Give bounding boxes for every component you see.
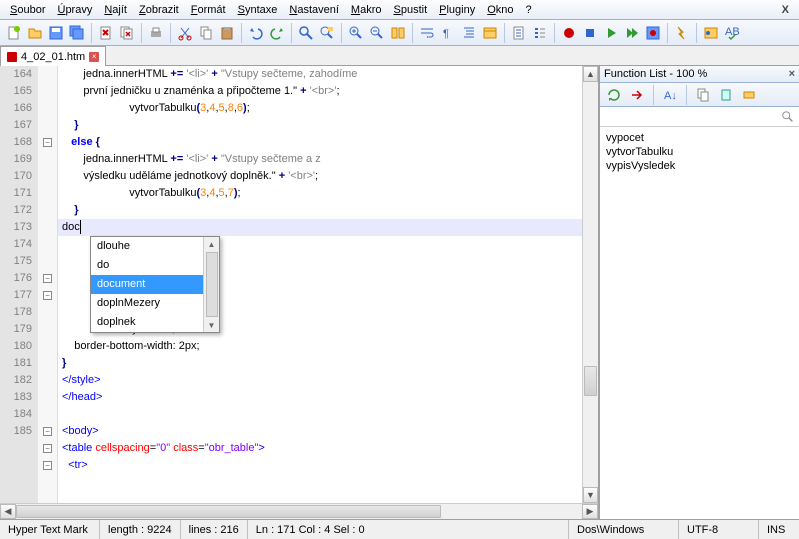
menu-okno[interactable]: Okno [481,2,519,18]
reload-icon[interactable] [604,85,624,105]
source-text[interactable]: jedna.innerHTML += '<li>' + "Vstupy sečt… [58,66,582,503]
play-macro-icon[interactable] [601,23,621,43]
close-all-icon[interactable] [117,23,137,43]
panel-close-icon[interactable]: × [789,68,795,80]
menu-?[interactable]: ? [520,2,538,18]
tab-close-icon[interactable]: × [89,52,99,62]
status-eol: Dos\Windows [569,520,679,539]
file-icon [7,52,17,62]
status-mode: INS [759,520,799,539]
sort-icon[interactable]: A↓ [660,85,680,105]
menu-najít[interactable]: Najít [98,2,133,18]
menu-spustit[interactable]: Spustit [388,2,434,18]
menu-bar: SouborÚpravyNajítZobrazitFormátSyntaxeNa… [0,0,799,20]
lang-menu-icon[interactable] [480,23,500,43]
status-enc: UTF-8 [679,520,759,539]
zoom-in-icon[interactable] [346,23,366,43]
new-file-icon[interactable] [4,23,24,43]
svg-text:A↓: A↓ [664,90,677,102]
function-list-panel: Function List - 100 % × A↓ vypocetvytvor… [599,66,799,519]
show-all-chars-icon[interactable]: ¶ [438,23,458,43]
horizontal-scrollbar[interactable]: ◀ ▶ [0,503,598,519]
goto-icon[interactable] [627,85,647,105]
func-list-icon[interactable] [530,23,550,43]
panel-title-bar: Function List - 100 % × [600,66,799,83]
status-lines: lines : 216 [181,520,248,539]
tab-bar: 4_02_01.htm × [0,46,799,66]
view-icon[interactable] [739,85,759,105]
copy-func-icon[interactable] [693,85,713,105]
wordwrap-icon[interactable] [417,23,437,43]
stop-macro-icon[interactable] [580,23,600,43]
ac-item[interactable]: dlouhe [91,237,219,256]
vertical-scrollbar[interactable]: ▲ ▼ [582,66,598,503]
function-list[interactable]: vypocetvytvorTabulkuvypisVysledek [600,127,799,519]
scroll-left-icon[interactable]: ◀ [0,504,16,519]
window-close-x[interactable]: X [776,4,795,16]
toggle-bookmark-icon[interactable] [701,23,721,43]
svg-text:¶: ¶ [443,28,449,40]
autocomplete-popup[interactable]: dlouhedodocumentdoplnMezerydoplnek▲▼ [90,236,220,333]
menu-nastavení[interactable]: Nastavení [283,2,345,18]
record-macro-icon[interactable] [559,23,579,43]
spellcheck-icon[interactable]: ABC [722,23,742,43]
scroll-right-icon[interactable]: ▶ [582,504,598,519]
paste-icon[interactable] [217,23,237,43]
undo-icon[interactable] [246,23,266,43]
menu-makro[interactable]: Makro [345,2,388,18]
menu-soubor[interactable]: Soubor [4,2,51,18]
scroll-up-icon[interactable]: ▲ [583,66,598,82]
settings-icon[interactable] [716,85,736,105]
redo-icon[interactable] [267,23,287,43]
svg-text:ABC: ABC [725,26,740,38]
panel-search[interactable] [600,107,799,127]
fold-column[interactable]: −−−−−− [38,66,58,503]
ac-item[interactable]: doplnek [91,313,219,332]
menu-zobrazit[interactable]: Zobrazit [133,2,185,18]
panel-toolbar: A↓ [600,83,799,107]
play-multi-icon[interactable] [622,23,642,43]
status-bar: Hyper Text Mark length : 9224 lines : 21… [0,519,799,539]
hscroll-thumb[interactable] [16,505,441,518]
run-icon[interactable] [672,23,692,43]
cut-icon[interactable] [175,23,195,43]
function-item[interactable]: vypocet [606,131,793,145]
scroll-down-icon[interactable]: ▼ [583,487,598,503]
search-icon [781,110,795,124]
print-icon[interactable] [146,23,166,43]
menu-úpravy[interactable]: Úpravy [51,2,98,18]
save-icon[interactable] [46,23,66,43]
menu-formát[interactable]: Formát [185,2,232,18]
save-macro-icon[interactable] [643,23,663,43]
zoom-out-icon[interactable] [367,23,387,43]
indent-guide-icon[interactable] [459,23,479,43]
function-item[interactable]: vypisVysledek [606,159,793,173]
doc-list-icon[interactable] [509,23,529,43]
panel-title: Function List - 100 % [604,68,707,80]
menu-pluginy[interactable]: Pluginy [433,2,481,18]
scroll-thumb[interactable] [584,366,597,396]
status-pos: Ln : 171 Col : 4 Sel : 0 [248,520,569,539]
status-length: length : 9224 [100,520,181,539]
status-lang: Hyper Text Mark [0,520,100,539]
tab-label: 4_02_01.htm [21,51,85,63]
ac-item[interactable]: doplnMezery [91,294,219,313]
main-toolbar: ¶ ABC [0,20,799,46]
menu-syntaxe[interactable]: Syntaxe [232,2,284,18]
function-item[interactable]: vytvorTabulku [606,145,793,159]
file-tab[interactable]: 4_02_01.htm × [0,46,106,66]
code-editor[interactable]: 1641651661671681691701711721731741751761… [0,66,598,503]
close-file-icon[interactable] [96,23,116,43]
replace-icon[interactable] [317,23,337,43]
line-gutter: 1641651661671681691701711721731741751761… [0,66,38,503]
ac-item[interactable]: document [91,275,219,294]
save-all-icon[interactable] [67,23,87,43]
find-icon[interactable] [296,23,316,43]
sync-scroll-icon[interactable] [388,23,408,43]
copy-icon[interactable] [196,23,216,43]
ac-item[interactable]: do [91,256,219,275]
open-file-icon[interactable] [25,23,45,43]
